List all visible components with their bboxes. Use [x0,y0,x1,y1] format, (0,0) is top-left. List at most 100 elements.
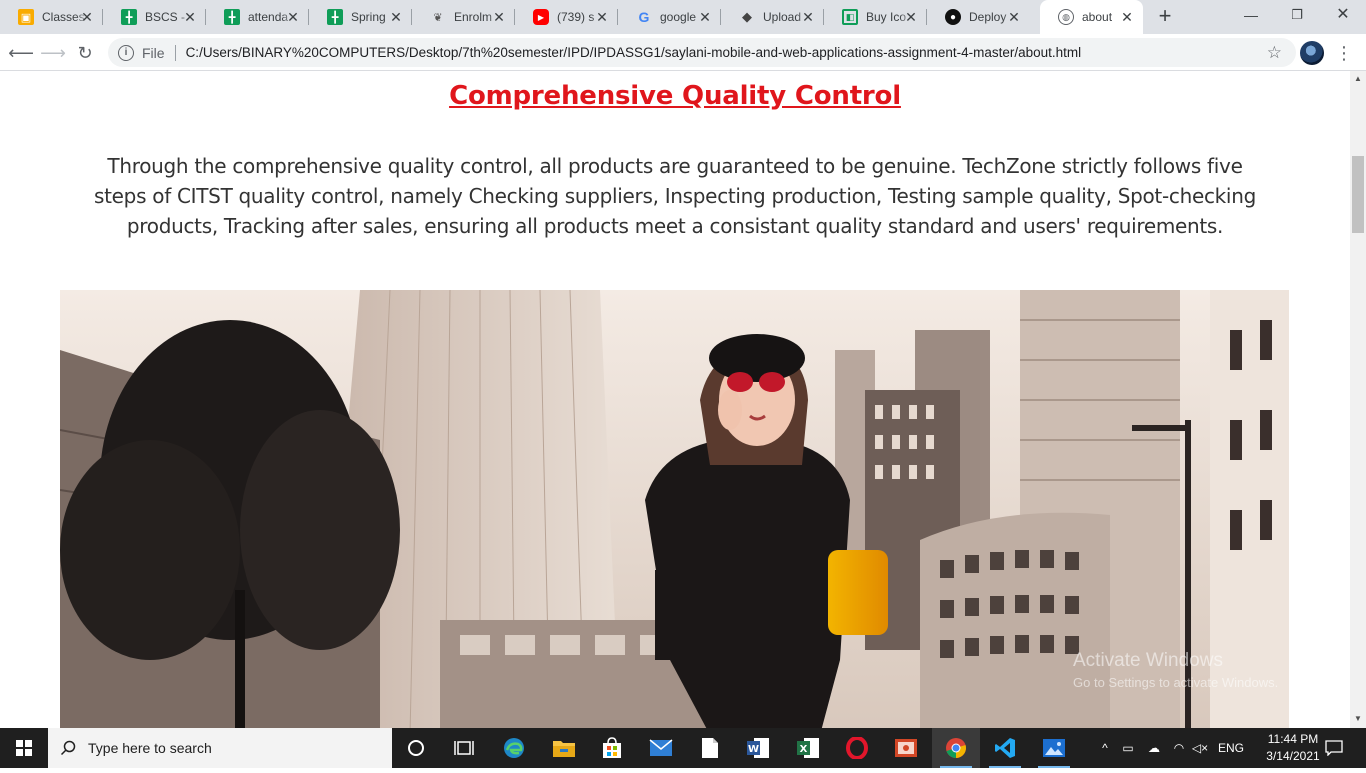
battery-icon[interactable]: ▭ [1117,728,1139,768]
close-tab-icon[interactable]: ✕ [594,9,610,25]
scroll-down-arrow-icon[interactable]: ▼ [1354,714,1362,723]
cortana-ring-icon [408,740,424,756]
task-view-icon [454,741,474,755]
svg-text:X: X [800,744,808,755]
google-sheets-icon: ╋ [121,9,137,25]
close-tab-icon[interactable]: ✕ [903,9,919,25]
speaker-muted-icon[interactable]: ◁× [1190,728,1210,768]
taskbar-excel[interactable]: X [784,728,832,768]
tab-enrolment[interactable]: ❦ Enrolm ✕ [412,0,515,34]
notification-center-icon[interactable] [1322,728,1346,768]
google-classroom-icon: ▣ [18,9,34,25]
watermark-title: Activate Windows [1073,650,1223,671]
taskbar-chrome[interactable] [932,728,980,768]
show-hidden-icons-button[interactable]: ^ [1095,728,1115,768]
tab-upload[interactable]: ◆ Upload ✕ [721,0,824,34]
close-tab-icon[interactable]: ✕ [491,9,507,25]
cortana-button[interactable] [392,728,440,768]
close-tab-icon[interactable]: ✕ [79,9,95,25]
new-tab-button[interactable]: + [1153,4,1177,28]
taskbar-search-box[interactable]: Type here to search [48,728,392,768]
close-tab-icon[interactable]: ✕ [1119,9,1135,25]
tab-spring[interactable]: ╋ Spring ✕ [309,0,412,34]
restore-button[interactable]: ❐ [1274,0,1320,34]
close-tab-icon[interactable]: ✕ [182,9,198,25]
github-icon: ● [945,9,961,25]
tab-google[interactable]: G google ✕ [618,0,721,34]
google-icon: G [638,9,650,25]
close-tab-icon[interactable]: ✕ [388,9,404,25]
clock-time: 11:44 PM [1267,732,1319,746]
taskbar-file-explorer[interactable] [540,728,588,768]
green-square-icon: ◧ [842,9,858,25]
address-scheme-label: File [142,44,165,61]
bookmark-star-icon[interactable]: ☆ [1267,43,1282,63]
youtube-icon: ▶ [533,9,549,25]
back-button[interactable]: ⟵ [8,40,34,66]
forward-button[interactable]: ⟶ [40,40,66,66]
taskbar-mail[interactable] [637,728,685,768]
address-bar[interactable]: i File C:/Users/BINARY%20COMPUTERS/Deskt… [108,38,1296,67]
taskbar-photos[interactable] [1030,728,1078,768]
document-icon [702,738,718,758]
taskbar-vscode[interactable] [981,728,1029,768]
google-sheets-icon: ╋ [224,9,240,25]
address-separator [174,44,176,61]
page-heading: Comprehensive Quality Control [449,81,901,111]
close-tab-icon[interactable]: ✕ [800,9,816,25]
word-icon: W [747,738,769,758]
page-paragraph: Through the comprehensive quality contro… [94,154,1256,238]
windows-taskbar: Type here to search W X ^ ▭ ☁ ◠ ◁× ENG 1… [0,728,1366,768]
tab-youtube[interactable]: ▶ (739) s ✕ [515,0,618,34]
action-center-icon [1325,740,1343,756]
svg-text:W: W [748,744,759,755]
task-view-button[interactable] [440,728,488,768]
scrollbar-thumb[interactable] [1352,156,1364,233]
chrome-icon [946,738,966,758]
tab-attendance[interactable]: ╋ attenda ✕ [206,0,309,34]
watermark-subtitle: Go to Settings to activate Windows. [1073,675,1279,690]
close-tab-icon[interactable]: ✕ [285,9,301,25]
activate-windows-watermark: Activate Windows Go to Settings to activ… [1073,650,1278,690]
tab-classes[interactable]: ▣ Classes ✕ [0,0,103,34]
start-button[interactable] [0,728,48,768]
taskbar-clock[interactable]: 11:44 PM 3/14/2021 [1262,731,1324,765]
taskbar-store[interactable] [588,728,636,768]
profile-avatar[interactable] [1300,41,1324,65]
browser-menu-icon[interactable]: ⋮ [1334,40,1354,66]
close-window-button[interactable]: ✕ [1320,0,1366,34]
excel-icon: X [797,738,819,758]
edge-icon [504,738,524,758]
scroll-up-arrow-icon[interactable]: ▲ [1354,74,1362,83]
tab-deploy[interactable]: ● Deploy ✕ [927,0,1030,34]
search-placeholder: Type here to search [88,740,212,756]
taskbar-opera[interactable] [833,728,881,768]
onedrive-cloud-icon[interactable]: ☁ [1142,728,1166,768]
taskbar-word[interactable]: W [734,728,782,768]
folder-icon [553,741,575,757]
info-icon[interactable]: i [118,44,134,61]
close-tab-icon[interactable]: ✕ [697,9,713,25]
taskbar-notepad[interactable] [686,728,734,768]
wifi-icon[interactable]: ◠ [1168,728,1190,768]
store-bag-icon [603,737,621,758]
reload-button[interactable]: ↻ [72,40,98,66]
taskbar-powerpoint[interactable] [882,728,930,768]
taskbar-edge[interactable] [490,728,538,768]
university-logo-icon: ❦ [433,11,443,24]
browser-toolbar: ⟵ ⟶ ↻ i File C:/Users/BINARY%20COMPUTERS… [0,34,1366,71]
graduation-cap-icon: ◆ [742,9,752,24]
language-indicator[interactable]: ENG [1214,728,1248,768]
page-viewport: Comprehensive Quality Control Through th… [0,71,1350,728]
tab-strip: ▣ Classes ✕ ╋ BSCS - ✕ ╋ attenda ✕ ╋ Spr… [0,0,1366,34]
presentation-icon [895,739,917,757]
tab-bscs[interactable]: ╋ BSCS - ✕ [103,0,206,34]
opera-icon [846,737,868,759]
tab-buy-icons[interactable]: ◧ Buy Ico ✕ [824,0,927,34]
address-url[interactable]: C:/Users/BINARY%20COMPUTERS/Desktop/7th%… [186,45,1082,60]
minimize-button[interactable]: — [1228,0,1274,34]
google-sheets-icon: ╋ [327,9,343,25]
search-icon [60,740,76,756]
tab-about[interactable]: ◍ about ✕ [1040,0,1143,34]
close-tab-icon[interactable]: ✕ [1006,9,1022,25]
